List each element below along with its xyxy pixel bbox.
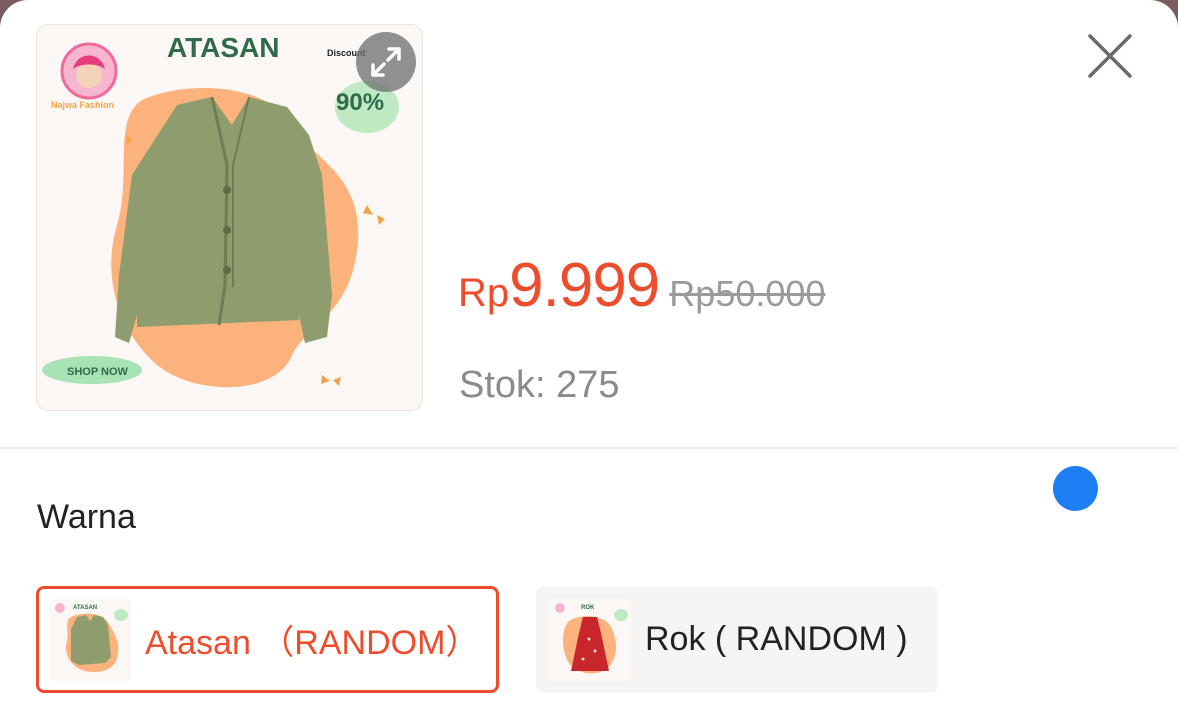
expand-icon bbox=[371, 47, 401, 77]
expand-image-button[interactable] bbox=[356, 32, 416, 92]
section-label-warna: Warna bbox=[37, 498, 136, 536]
variant-thumbnail: ROK bbox=[549, 598, 631, 681]
variant-option-rok[interactable]: ROK Rok ( RANDOM ) bbox=[536, 586, 938, 693]
variant-label: Rok ( RANDOM ) bbox=[645, 620, 908, 658]
banner-title: ATASAN bbox=[167, 32, 280, 63]
original-price: Rp50.000 bbox=[669, 273, 826, 314]
divider bbox=[0, 447, 1178, 449]
floating-indicator-dot[interactable] bbox=[1053, 466, 1098, 511]
variant-label: Atasan （RANDOM） bbox=[145, 624, 480, 662]
product-variant-sheet: Najwa Fashion ATASAN Discount 90% SHOP N… bbox=[0, 0, 1178, 726]
svg-text:ATASAN: ATASAN bbox=[73, 605, 97, 611]
brand-text: Najwa Fashion bbox=[51, 100, 114, 110]
stock-text: Stok: 275 bbox=[459, 364, 620, 406]
price-currency: Rp bbox=[458, 271, 510, 315]
variant-thumbnail: ATASAN bbox=[49, 598, 131, 681]
banner-discount-value: 90% bbox=[336, 89, 384, 116]
svg-text:ROK: ROK bbox=[581, 605, 595, 611]
close-icon bbox=[1088, 34, 1132, 78]
banner-shop-now: SHOP NOW bbox=[67, 366, 129, 378]
variant-option-atasan[interactable]: ATASAN Atasan （RANDOM） bbox=[36, 586, 499, 693]
price-row: Rp 9.999 Rp50.000 bbox=[458, 250, 825, 321]
price-value: 9.999 bbox=[509, 251, 660, 320]
close-button[interactable] bbox=[1086, 32, 1134, 80]
